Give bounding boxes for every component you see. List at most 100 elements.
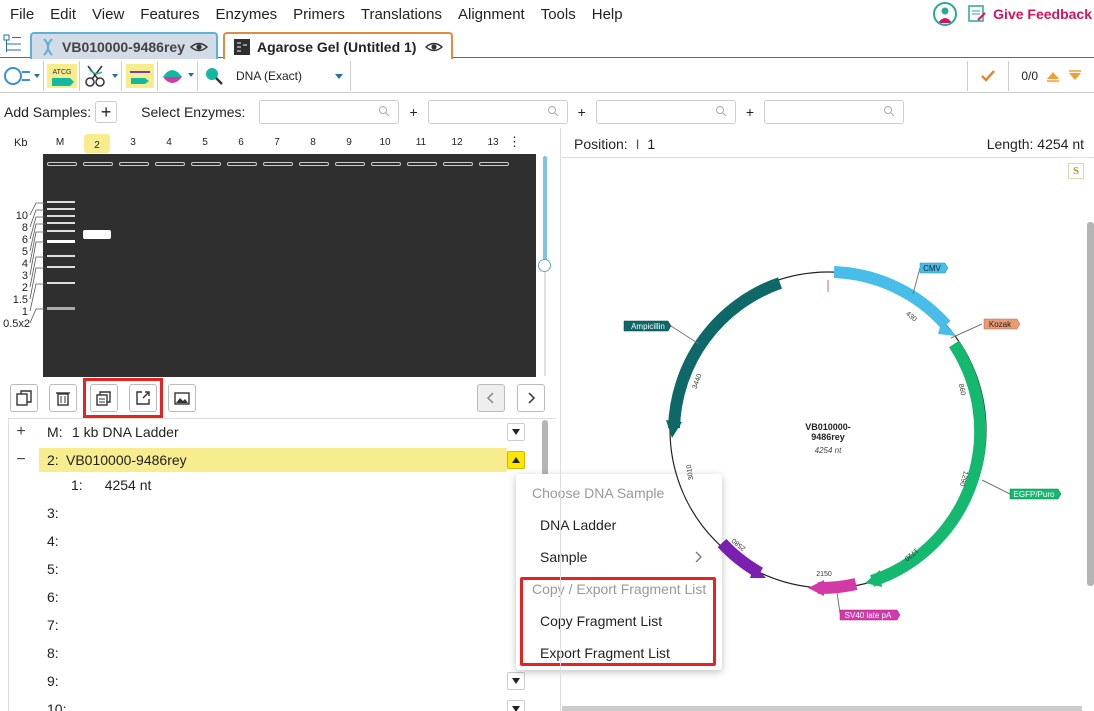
lane-label[interactable]: 5 [192,137,218,148]
feature-label-ampicillin[interactable]: Ampicillin [631,322,665,331]
sidebar-tree-icon[interactable] [2,33,24,55]
list-item[interactable]: 7: [9,613,539,637]
collapse-toggle[interactable]: − [9,451,33,469]
ladder-band [47,230,75,232]
primer-tool-button[interactable] [158,60,198,91]
plasmid-map[interactable]: CMV Kozak EGFP/Puro SV40 late pA Ampicil… [562,240,1094,640]
lane-label[interactable]: 8 [300,137,326,148]
enzyme-input-3[interactable] [595,100,736,124]
sample-dropdown-button[interactable] [507,672,525,690]
menu-view[interactable]: View [84,6,132,23]
sequence-view-button[interactable]: ATCG [44,60,80,91]
sample-band[interactable] [83,230,111,239]
feature-label-kozak[interactable]: Kozak [989,320,1012,329]
expand-toggle[interactable]: + [9,423,33,441]
menu-edit[interactable]: Edit [42,6,84,23]
sample-dropdown-button[interactable] [507,451,525,469]
lane-label[interactable]: 12 [444,137,470,148]
search-icon [379,106,390,117]
sample-id: 8: [47,645,59,661]
lane-label-active[interactable]: 2 [84,134,110,153]
menu-primers[interactable]: Primers [285,6,353,23]
gel-zoom-slider-handle[interactable] [538,259,551,272]
feature-arc-egfp[interactable] [870,340,987,587]
tab-sequence[interactable]: VB010000-9486rey [30,32,218,59]
menu-tools[interactable]: Tools [533,6,584,23]
gel-well [371,162,401,166]
feature-label-sv40[interactable]: SV40 late pA [845,611,892,620]
enzyme-input-1[interactable] [259,100,400,124]
arrow-up-icon[interactable] [1046,69,1060,83]
delete-button[interactable] [49,384,77,412]
lane-label[interactable]: 6 [228,137,254,148]
feature-arc-cmv[interactable] [833,266,951,330]
menu-enzymes[interactable]: Enzymes [207,6,285,23]
search-button[interactable] [198,66,230,86]
sample-list: + M: 1 kb DNA Ladder − 2: VB010000-9486r… [8,418,556,711]
give-feedback-button[interactable]: Give Feedback [967,4,1092,24]
export-image-button[interactable] [168,384,196,412]
panel-divider[interactable] [560,128,561,711]
list-item[interactable]: 5: [9,557,539,581]
lane-label[interactable]: 4 [156,137,182,148]
enzyme-input-4[interactable] [764,100,904,124]
search-input[interactable] [350,60,969,91]
feature-arc-ampicillin[interactable] [668,277,782,429]
list-item[interactable]: 8: [9,641,539,665]
arrow-down-icon[interactable] [1068,69,1082,83]
menu-help[interactable]: Help [584,6,631,23]
eye-icon[interactable] [425,38,443,56]
gel-icon [234,38,250,55]
dna-icon [43,37,53,56]
list-item[interactable]: 9: [9,669,539,693]
circular-view-button[interactable] [0,60,44,91]
user-account-icon[interactable] [933,2,958,26]
list-item[interactable]: 4: [9,529,539,553]
lane-label[interactable]: 11 [408,137,434,148]
list-item[interactable]: 1: 4254 nt [9,473,539,497]
lane-label[interactable]: 10 [372,137,398,148]
add-sample-button[interactable]: + [95,101,118,123]
kb-tick: 0.5x2 [3,318,30,330]
lane-label[interactable]: 7 [264,137,290,148]
lane-label[interactable]: M [47,137,73,148]
menu-features[interactable]: Features [132,6,207,23]
settings-badge-icon[interactable]: S [1068,163,1084,179]
feature-label-egfp[interactable]: EGFP/Puro [1014,490,1055,499]
list-item[interactable]: 3: [9,501,539,525]
align-tool-button[interactable] [122,60,158,91]
tab-bar: VB010000-9486rey Agarose Gel (Untitled 1… [0,30,1094,59]
lane-label[interactable]: 9 [336,137,362,148]
eye-icon[interactable] [190,38,208,56]
lane-label[interactable]: 13 [480,137,506,148]
list-item[interactable]: 6: [9,585,539,609]
ladder-band [47,240,75,243]
previous-button[interactable] [477,384,505,412]
label-leader [912,267,921,295]
list-item-selected[interactable]: − 2: VB010000-9486rey [9,448,539,472]
menu-file[interactable]: File [0,6,42,23]
list-item[interactable]: + M: 1 kb DNA Ladder [9,420,539,444]
feature-label-cmv[interactable]: CMV [923,264,941,273]
next-button[interactable] [517,384,545,412]
gel-well [119,162,149,166]
lane-label[interactable]: 3 [120,137,146,148]
duplicate-button[interactable] [10,384,38,412]
gel-well [191,162,221,166]
ladder-band [47,282,75,284]
lane-more-icon[interactable]: ⋮ [508,134,521,150]
search-mode-select[interactable]: DNA (Exact) [230,69,350,83]
gel-lane-header: Kb M 2 3 4 5 6 7 8 9 10 11 12 13 ⋮ [0,134,540,154]
sample-dropdown-button[interactable] [507,700,525,711]
menu-translations[interactable]: Translations [353,6,450,23]
sample-dropdown-button[interactable] [507,423,525,441]
enzyme-tool-button[interactable] [80,60,122,91]
menu-alignment[interactable]: Alignment [450,6,533,23]
tab-agarose-gel[interactable]: Agarose Gel (Untitled 1) [223,32,453,59]
gel-zoom-slider-track[interactable] [544,266,546,376]
map-horizontal-scrollbar[interactable] [562,706,1082,711]
enzyme-input-2[interactable] [427,100,568,124]
ladder-band [47,208,75,210]
list-item[interactable]: 10: [9,697,539,711]
checkmark-icon[interactable] [980,69,996,83]
